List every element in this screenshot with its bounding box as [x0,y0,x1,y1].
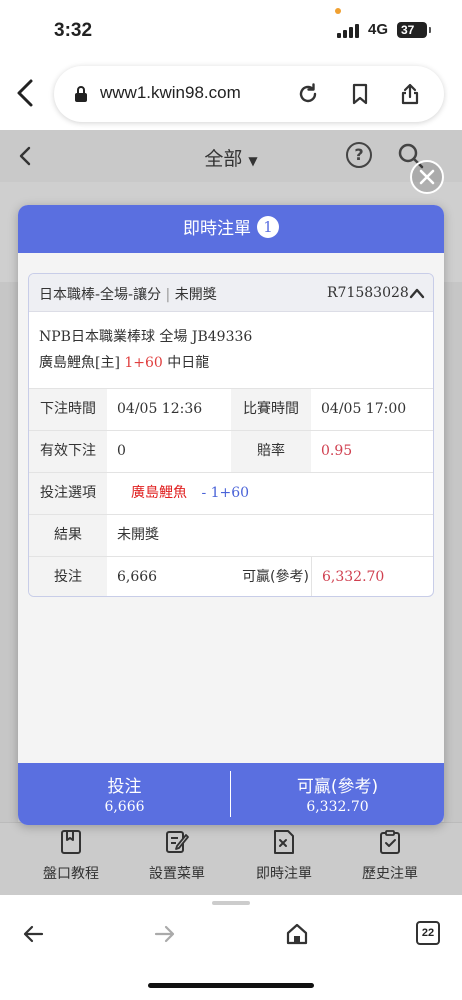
footer-stake-label: 投注 [107,777,142,797]
pick-team: 廣島鯉魚 [131,485,187,501]
modal-footer: 投注 6,666 可贏(參考) 6,332.70 [18,763,444,825]
bottom-nav: 盤口教程 設置菜單 即時注單 歷史注單 [0,822,462,895]
nav-label: 設置菜單 [149,866,205,882]
bet-status: 未開獎 [174,287,217,303]
footer-win-value: 6,332.70 [306,799,369,815]
away-team: 中日龍 [167,355,210,371]
caret-down-icon: ▼ [248,154,258,168]
help-icon[interactable]: ? [346,142,372,168]
page-header: 全部 ▼ ? [0,130,462,182]
bet-time-label: 下注時間 [29,389,107,430]
url-text[interactable]: www1.kwin98.com [100,83,241,103]
match-time-value: 04/05 17:00 [321,401,407,417]
tab-switcher-button[interactable]: 22 [416,921,440,945]
nav-settings[interactable]: 設置菜單 [127,829,227,883]
bet-card: 日本職棒-全場-讓分 | 未開獎 R71583028 NPB日本職業棒球 全場 … [28,273,434,597]
bet-count-badge: 1 [257,216,279,238]
bookmark-icon[interactable] [348,82,372,106]
recording-dot-icon [335,8,341,14]
chevron-up-icon[interactable] [409,287,425,299]
home-icon[interactable] [284,921,310,947]
result-label: 結果 [29,515,107,556]
footer-win: 可贏(參考) 6,332.70 [231,763,444,825]
page-title[interactable]: 全部 ▼ [0,144,462,171]
right-edge-list [444,282,462,822]
valid-bet-label: 有效下注 [29,431,107,472]
left-edge-list [0,282,18,822]
nav-live-bets[interactable]: 即時注單 [234,829,334,883]
bet-category-text: 日本職棒-全場-讓分 [39,287,162,303]
valid-bet-value: 0 [117,443,126,459]
modal-header: 即時注單 1 [18,205,444,253]
win-value: 6,332.70 [311,557,433,596]
bet-match-info: NPB日本職業棒球 全場 JB49336 廣島鯉魚[主] 1+60 中日龍 [29,312,433,388]
result-value: 未開獎 [117,527,159,543]
footer-stake-value: 6,666 [104,799,145,815]
browser-back-icon[interactable] [14,78,38,108]
bet-slip-icon [274,830,294,854]
nav-tutorial[interactable]: 盤口教程 [21,829,121,883]
close-icon [419,169,435,185]
match-time-label: 比賽時間 [231,389,311,430]
home-indicator [148,983,314,988]
tabs-count: 22 [421,927,435,939]
battery-icon: 37 [397,22,431,38]
modal-title: 即時注單 [183,219,251,239]
status-bar: 3:32 4G 37 [0,0,462,60]
bet-ref: R71583028 [327,285,409,301]
nav-history[interactable]: 歷史注單 [340,829,440,883]
footer-win-label: 可贏(參考) [296,777,379,797]
league-line: NPB日本職業棒球 全場 JB49336 [39,329,253,345]
detail-row: 投注選項 廣島鯉魚 - 1+60 [29,472,433,514]
browser-url-row: www1.kwin98.com [0,60,462,130]
odds-label: 賠率 [231,431,311,472]
modal-body: 日本職棒-全場-讓分 | 未開獎 R71583028 NPB日本職業棒球 全場 … [18,253,444,763]
history-icon [380,830,400,854]
nav-label: 即時注單 [256,866,312,882]
nav-label: 盤口教程 [43,866,99,882]
status-time: 3:32 [54,20,93,41]
home-team: 廣島鯉魚[主] [39,355,120,371]
share-icon[interactable] [398,82,422,106]
stake-value: 6,666 [117,569,158,585]
battery-level: 37 [401,23,415,37]
nav-label: 歷史注單 [362,866,418,882]
live-bets-modal: 即時注單 1 日本職棒-全場-讓分 | 未開獎 R71583028 NPB日本職業… [18,205,444,825]
book-icon [61,830,81,854]
detail-row: 結果 未開獎 [29,514,433,556]
signal-icon [337,22,363,38]
network-type: 4G [368,21,389,38]
browser-forward-arrow-icon[interactable] [152,921,178,947]
pick-value: 廣島鯉魚 - 1+60 [107,473,433,514]
handicap: 1+60 [124,355,163,371]
close-modal-button[interactable] [410,160,444,194]
bet-category: 日本職棒-全場-讓分 | 未開獎 [39,287,217,303]
reload-icon[interactable] [296,82,320,106]
pick-label: 投注選項 [29,473,107,514]
pick-line: - 1+60 [201,485,250,501]
bet-card-header[interactable]: 日本職棒-全場-讓分 | 未開獎 R71583028 [29,274,433,312]
detail-row: 下注時間 04/05 12:36 比賽時間 04/05 17:00 [29,388,433,430]
detail-row: 投注 6,666 可贏(參考) 6,332.70 [29,556,433,596]
toolbar-handle[interactable] [212,901,250,905]
win-label: 可贏(參考) [242,569,309,585]
footer-stake: 投注 6,666 [18,763,231,825]
address-bar[interactable]: www1.kwin98.com [54,66,444,122]
detail-row: 有效下注 0 賠率 0.95 [29,430,433,472]
bet-time-value: 04/05 12:36 [117,401,203,417]
browser-toolbar: 22 [0,895,462,1000]
stake-label: 投注 [29,557,107,596]
browser-back-arrow-icon[interactable] [20,921,46,947]
edit-icon [166,831,189,853]
odds-value: 0.95 [321,443,353,459]
page-title-text: 全部 [204,148,243,170]
bet-details-grid: 下注時間 04/05 12:36 比賽時間 04/05 17:00 有效下注 0… [29,388,433,596]
lock-icon [75,86,87,102]
teams-line: 廣島鯉魚[主] 1+60 中日龍 [39,350,433,376]
